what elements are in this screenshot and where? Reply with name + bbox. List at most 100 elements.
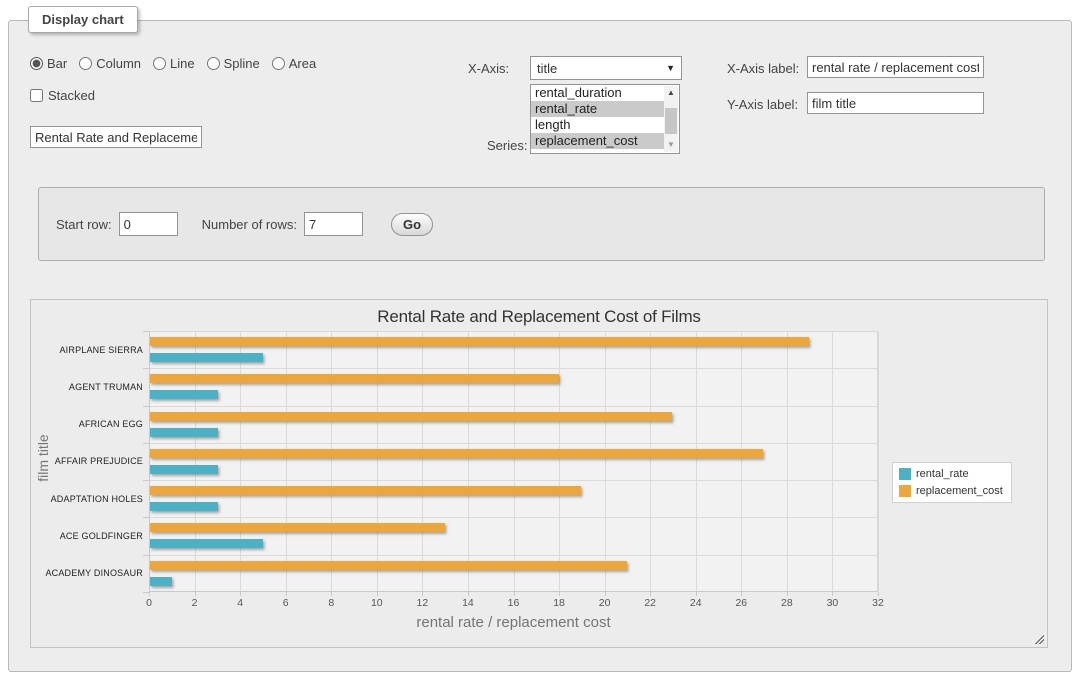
- x-tick-mark: [605, 592, 606, 596]
- chart-type-radio-group: Bar Column Line Spline Area: [30, 56, 324, 71]
- replacement_cost-bar-ace-goldfinger[interactable]: [150, 523, 445, 532]
- series-multiselect[interactable]: rental_durationrental_ratelengthreplacem…: [530, 84, 680, 154]
- x-tick-label: 32: [872, 597, 884, 609]
- x-tick-label: 2: [192, 597, 198, 609]
- category-axis-labels: AIRPLANE SIERRAAGENT TRUMANAFRICAN EGGAF…: [31, 331, 143, 592]
- series-option-rental_duration[interactable]: rental_duration: [531, 85, 664, 101]
- num-rows-label: Number of rows:: [202, 217, 297, 232]
- x-axis-label-field-label: X-Axis label:: [727, 61, 799, 76]
- chart-type-radio-spline[interactable]: [207, 57, 220, 70]
- x-tick-mark: [195, 592, 196, 596]
- x-tick-label: 14: [462, 597, 474, 609]
- chevron-down-icon: ▼: [666, 63, 675, 73]
- y-tick-mark: [143, 406, 149, 407]
- category-band-academy-dinosaur: [150, 556, 877, 593]
- y-axis-label-field-label: Y-Axis label:: [727, 97, 798, 112]
- replacement_cost-bar-affair-prejudice[interactable]: [150, 449, 763, 458]
- legend-label: rental_rate: [916, 468, 969, 480]
- x-axis-label-input[interactable]: [807, 56, 984, 78]
- x-tick-label: 6: [283, 597, 289, 609]
- x-tick-mark: [832, 592, 833, 596]
- chart-type-radio-label: Line: [170, 56, 195, 71]
- y-axis-label-input[interactable]: [807, 92, 984, 114]
- plot-area: [149, 331, 878, 592]
- scroll-down-icon[interactable]: ▼: [664, 138, 678, 152]
- replacement_cost-bar-adaptation-holes[interactable]: [150, 486, 581, 495]
- scrollbar-thumb[interactable]: [665, 108, 677, 134]
- series-option-length[interactable]: length: [531, 117, 664, 133]
- chart-type-radio-label: Column: [96, 56, 141, 71]
- rental_rate-bar-african-egg[interactable]: [150, 428, 218, 437]
- chart-type-radio-label: Area: [289, 56, 316, 71]
- chart-type-radio-bar[interactable]: [30, 57, 43, 70]
- x-tick-mark: [741, 592, 742, 596]
- x-axis-select[interactable]: title ▼: [530, 56, 682, 80]
- scroll-up-icon[interactable]: ▲: [664, 86, 678, 100]
- chart-type-radio-line[interactable]: [153, 57, 166, 70]
- replacement_cost-bar-african-egg[interactable]: [150, 412, 672, 421]
- category-band-african-egg: [150, 407, 877, 444]
- rental_rate-bar-airplane-sierra[interactable]: [150, 353, 263, 362]
- start-row-input[interactable]: [119, 212, 178, 236]
- x-tick-mark: [286, 592, 287, 596]
- chart-type-option-column[interactable]: Column: [79, 56, 141, 71]
- replacement_cost-bar-academy-dinosaur[interactable]: [150, 561, 627, 570]
- chart-title: Rental Rate and Replacement Cost of Film…: [31, 307, 1047, 327]
- series-select-label: Series:: [487, 138, 527, 153]
- legend-item-rental_rate[interactable]: rental_rate: [899, 468, 1003, 480]
- rental_rate-bar-adaptation-holes[interactable]: [150, 502, 218, 511]
- start-row-label: Start row:: [56, 217, 112, 232]
- x-tick-mark: [696, 592, 697, 596]
- x-tick-label: 8: [328, 597, 334, 609]
- replacement_cost-bar-airplane-sierra[interactable]: [150, 337, 809, 346]
- legend-item-replacement_cost[interactable]: replacement_cost: [899, 485, 1003, 497]
- chart-type-option-line[interactable]: Line: [153, 56, 195, 71]
- x-tick-mark: [377, 592, 378, 596]
- num-rows-input[interactable]: [304, 212, 363, 236]
- series-option-replacement_cost[interactable]: replacement_cost: [531, 133, 664, 149]
- legend-label: replacement_cost: [916, 485, 1003, 497]
- category-band-adaptation-holes: [150, 481, 877, 518]
- y-tick-mark: [143, 555, 149, 556]
- category-label: ADAPTATION HOLES: [31, 480, 143, 517]
- category-label: AGENT TRUMAN: [31, 368, 143, 405]
- category-band-ace-goldfinger: [150, 518, 877, 555]
- x-tick-mark: [878, 592, 879, 596]
- rental_rate-bar-agent-truman[interactable]: [150, 390, 218, 399]
- y-tick-mark: [143, 443, 149, 444]
- rental_rate-bar-affair-prejudice[interactable]: [150, 465, 218, 474]
- stacked-checkbox[interactable]: [30, 89, 43, 102]
- chart-type-radio-label: Bar: [47, 56, 67, 71]
- chart-type-option-spline[interactable]: Spline: [207, 56, 260, 71]
- resize-handle-icon[interactable]: [1033, 633, 1044, 644]
- series-option-rental_rate[interactable]: rental_rate: [531, 101, 664, 117]
- x-tick-label: 16: [508, 597, 520, 609]
- x-axis-title: rental rate / replacement cost: [149, 614, 878, 631]
- x-tick-label: 22: [644, 597, 656, 609]
- series-scrollbar[interactable]: ▲ ▼: [664, 86, 678, 152]
- x-tick-label: 24: [690, 597, 702, 609]
- x-tick-mark: [468, 592, 469, 596]
- series-options: rental_durationrental_ratelengthreplacem…: [531, 85, 679, 149]
- stacked-option: Stacked: [30, 88, 95, 103]
- chart-type-option-area[interactable]: Area: [272, 56, 316, 71]
- go-button[interactable]: Go: [391, 213, 433, 236]
- chart-type-radio-area[interactable]: [272, 57, 285, 70]
- gridline: [878, 332, 879, 591]
- chart-type-radio-column[interactable]: [79, 57, 92, 70]
- category-label: ACE GOLDFINGER: [31, 517, 143, 554]
- x-tick-mark: [240, 592, 241, 596]
- category-label: AFFAIR PREJUDICE: [31, 443, 143, 480]
- rental_rate-bar-academy-dinosaur[interactable]: [150, 577, 172, 586]
- category-label: ACADEMY DINOSAUR: [31, 555, 143, 592]
- chart-type-option-bar[interactable]: Bar: [30, 56, 67, 71]
- chart-legend: rental_rate replacement_cost: [892, 462, 1012, 503]
- x-tick-label: 10: [371, 597, 383, 609]
- x-tick-mark: [422, 592, 423, 596]
- x-tick-label: 12: [417, 597, 429, 609]
- rental_rate-bar-ace-goldfinger[interactable]: [150, 539, 263, 548]
- x-tick-mark: [514, 592, 515, 596]
- chart-title-input[interactable]: [30, 126, 202, 148]
- replacement_cost-bar-agent-truman[interactable]: [150, 374, 559, 383]
- legend-swatch-icon: [899, 485, 911, 497]
